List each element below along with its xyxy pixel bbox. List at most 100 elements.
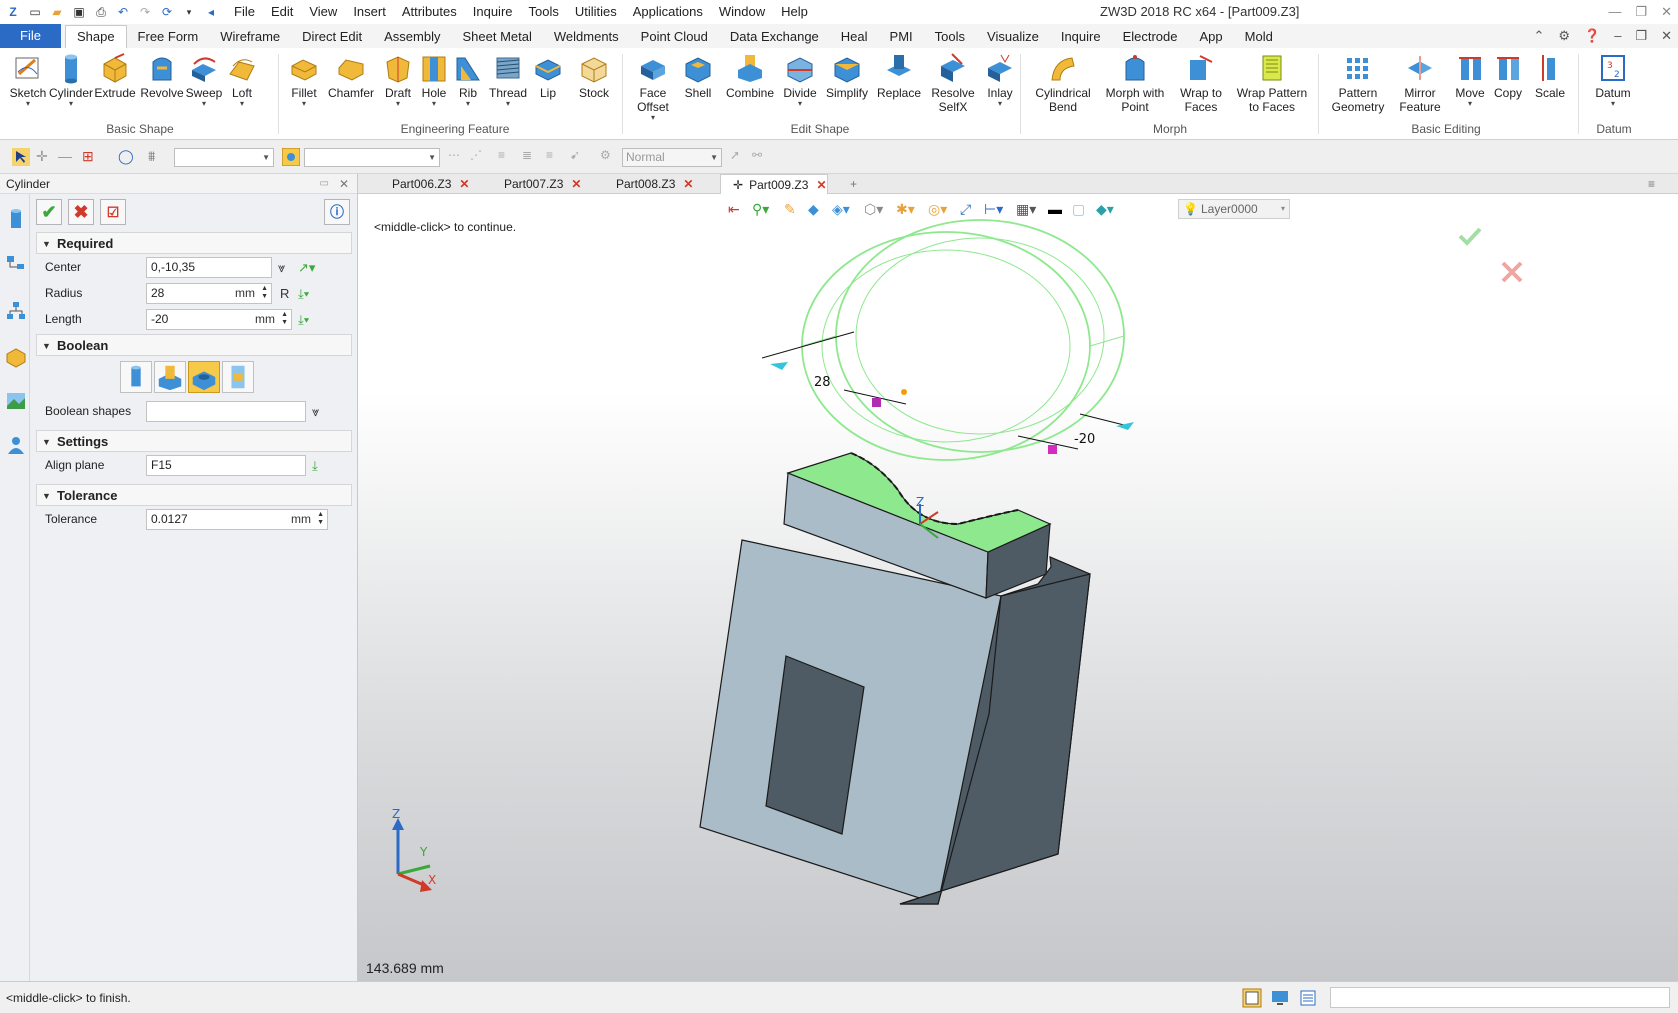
tolerance-spinner[interactable]: ▲ ▼ [317, 511, 324, 527]
doc-tab-close-icon[interactable]: ✕ [459, 177, 469, 191]
scale-button[interactable]: Scale [1530, 52, 1570, 100]
snap-face-icon[interactable]: ≣ [522, 148, 540, 166]
combine-button[interactable]: Combine [722, 52, 778, 100]
snap-pointer-icon[interactable]: ➹ [570, 148, 588, 166]
user-role-icon[interactable] [5, 434, 27, 456]
required-section-header[interactable]: Required [36, 232, 352, 255]
tab-data-exchange[interactable]: Data Exchange [719, 26, 830, 48]
command-input[interactable] [1330, 987, 1670, 1008]
draft-button[interactable]: Draft ▾ [380, 52, 416, 108]
doc-restore-icon[interactable]: ❐ [1635, 28, 1647, 44]
box-select-icon[interactable]: ⊞ [82, 148, 100, 166]
tab-direct-edit[interactable]: Direct Edit [291, 26, 373, 48]
remove-filter-icon[interactable]: — [58, 148, 76, 166]
move-button[interactable]: Move ▾ [1450, 52, 1490, 108]
length-spinner[interactable]: ▲ ▼ [281, 311, 288, 327]
thread-button[interactable]: Thread ▾ [488, 52, 528, 108]
part-library-icon[interactable] [5, 346, 27, 368]
extrude-button[interactable]: Extrude [94, 52, 136, 100]
tab-visualize[interactable]: Visualize [976, 26, 1050, 48]
radius-input[interactable]: 28 mm ▲ ▼ [146, 283, 272, 304]
collapse-ribbon-icon[interactable]: ⌃ [1533, 28, 1544, 44]
render-mode-combo[interactable]: Normal ▼ [622, 148, 722, 167]
menu-file[interactable]: File [226, 0, 263, 24]
menu-window[interactable]: Window [711, 0, 773, 24]
length-pick-icon[interactable]: ⤓▾ [298, 312, 309, 328]
mirror-feature-button[interactable]: Mirror Feature [1392, 52, 1448, 114]
radius-pick-icon[interactable]: ⤓▾ [298, 286, 309, 302]
tab-tools[interactable]: Tools [924, 26, 976, 48]
wrap-pattern-to-faces-button[interactable]: Wrap Pattern to Faces [1234, 52, 1310, 114]
cancel-button[interactable]: ✖ [68, 199, 94, 225]
radius-drag-handle[interactable] [872, 398, 881, 407]
pattern-geometry-button[interactable]: Pattern Geometry [1326, 52, 1390, 114]
radius-dimension-label[interactable]: 28 [814, 375, 831, 390]
cursor-snap-icon[interactable]: ➚ [730, 148, 748, 166]
copy-button[interactable]: Copy [1488, 52, 1528, 100]
layout-toggle-icon[interactable] [1242, 988, 1262, 1008]
redo-icon[interactable]: ↷ [136, 3, 154, 21]
tab-electrode[interactable]: Electrode [1112, 26, 1189, 48]
inlay-button[interactable]: Inlay ▾ [980, 52, 1020, 108]
collapse-arrow-icon[interactable]: ◂ [202, 3, 220, 21]
menu-utilities[interactable]: Utilities [567, 0, 625, 24]
chamfer-button[interactable]: Chamfer [326, 52, 376, 100]
doc-tab-close-icon[interactable]: ✕ [683, 177, 693, 191]
menu-inquire[interactable]: Inquire [465, 0, 521, 24]
menu-view[interactable]: View [301, 0, 345, 24]
link-snap-icon[interactable]: ⚯ [752, 148, 770, 166]
loft-button[interactable]: Loft ▾ [224, 52, 260, 108]
cylindrical-bend-button[interactable]: Cylindrical Bend [1030, 52, 1096, 114]
undo-icon[interactable]: ↶ [114, 3, 132, 21]
menu-tools[interactable]: Tools [521, 0, 567, 24]
list-view-icon[interactable] [1298, 988, 1318, 1008]
lip-button[interactable]: Lip [530, 52, 566, 100]
shell-button[interactable]: Shell [680, 52, 716, 100]
save-icon[interactable]: ▣ [70, 3, 88, 21]
revolve-button[interactable]: Revolve [140, 52, 184, 100]
menu-help[interactable]: Help [773, 0, 816, 24]
replace-button[interactable]: Replace [876, 52, 922, 100]
radius-arrow-handle[interactable] [770, 362, 788, 370]
pick-mode-icon[interactable] [282, 148, 300, 166]
snap-points-icon[interactable]: ⋰ [470, 148, 488, 166]
tab-list-icon[interactable]: ≡ [1648, 174, 1655, 194]
length-input[interactable]: -20 mm ▲ ▼ [146, 309, 292, 330]
tab-assembly[interactable]: Assembly [373, 26, 451, 48]
snap-curve-icon[interactable]: ≡ [498, 148, 516, 166]
rotate-view-icon[interactable]: ⟳ [158, 3, 176, 21]
settings-section-header[interactable]: Settings [36, 430, 352, 453]
doc-minimize-icon[interactable]: – [1614, 28, 1621, 44]
info-button[interactable]: ⓘ [324, 199, 350, 225]
align-plane-pick-icon[interactable]: ⤓ [312, 458, 318, 474]
cylinder-button[interactable]: Cylinder ▾ [48, 52, 94, 108]
apply-button[interactable]: ☑ [100, 199, 126, 225]
center-pick-icon[interactable]: ↗▾ [298, 260, 315, 276]
radius-mode-toggle[interactable]: R [280, 286, 289, 301]
boolean-add-icon[interactable] [154, 361, 186, 393]
rib-button[interactable]: Rib ▾ [452, 52, 484, 108]
filter-type-combo[interactable]: ▼ [174, 148, 274, 167]
morph-with-point-button[interactable]: Morph with Point [1100, 52, 1170, 114]
tolerance-section-header[interactable]: Tolerance [36, 484, 352, 507]
select-arrow-icon[interactable] [12, 148, 30, 166]
settings-gear-icon[interactable]: ⚙ [1558, 28, 1570, 44]
snap-edge-icon[interactable]: ≡ [546, 148, 564, 166]
3d-viewport[interactable]: ⇤ ⚲▾ ✎ ◆ ◈▾ ⬡▾ ✱▾ ◎▾ ⤢ ⊢▾ ▦▾ ▬ ▢ ◆▾ 💡 La… [358, 194, 1678, 981]
face-offset-button[interactable]: Face Offset ▾ [630, 52, 676, 122]
lasso-select-icon[interactable]: ◯ [118, 148, 136, 166]
doc-tab-part008[interactable]: Part008.Z3 ✕ [588, 174, 693, 194]
app-logo-icon[interactable]: Z [4, 3, 22, 21]
divide-button[interactable]: Divide ▾ [780, 52, 820, 108]
simplify-button[interactable]: Simplify [822, 52, 872, 100]
radius-spinner[interactable]: ▲ ▼ [261, 285, 268, 301]
length-dimension-label[interactable]: -20 [1074, 432, 1095, 447]
fillet-button[interactable]: Fillet ▾ [286, 52, 322, 108]
center-expand-icon[interactable]: ⩔ [278, 260, 285, 276]
doc-tab-close-icon[interactable]: ✕ [571, 177, 581, 191]
length-drag-handle[interactable] [1048, 445, 1057, 454]
align-plane-input[interactable]: F15 [146, 455, 306, 476]
doc-tab-part006[interactable]: Part006.Z3 ✕ [364, 174, 469, 194]
tab-pmi[interactable]: PMI [879, 26, 924, 48]
new-tab-button[interactable]: + [822, 174, 857, 194]
